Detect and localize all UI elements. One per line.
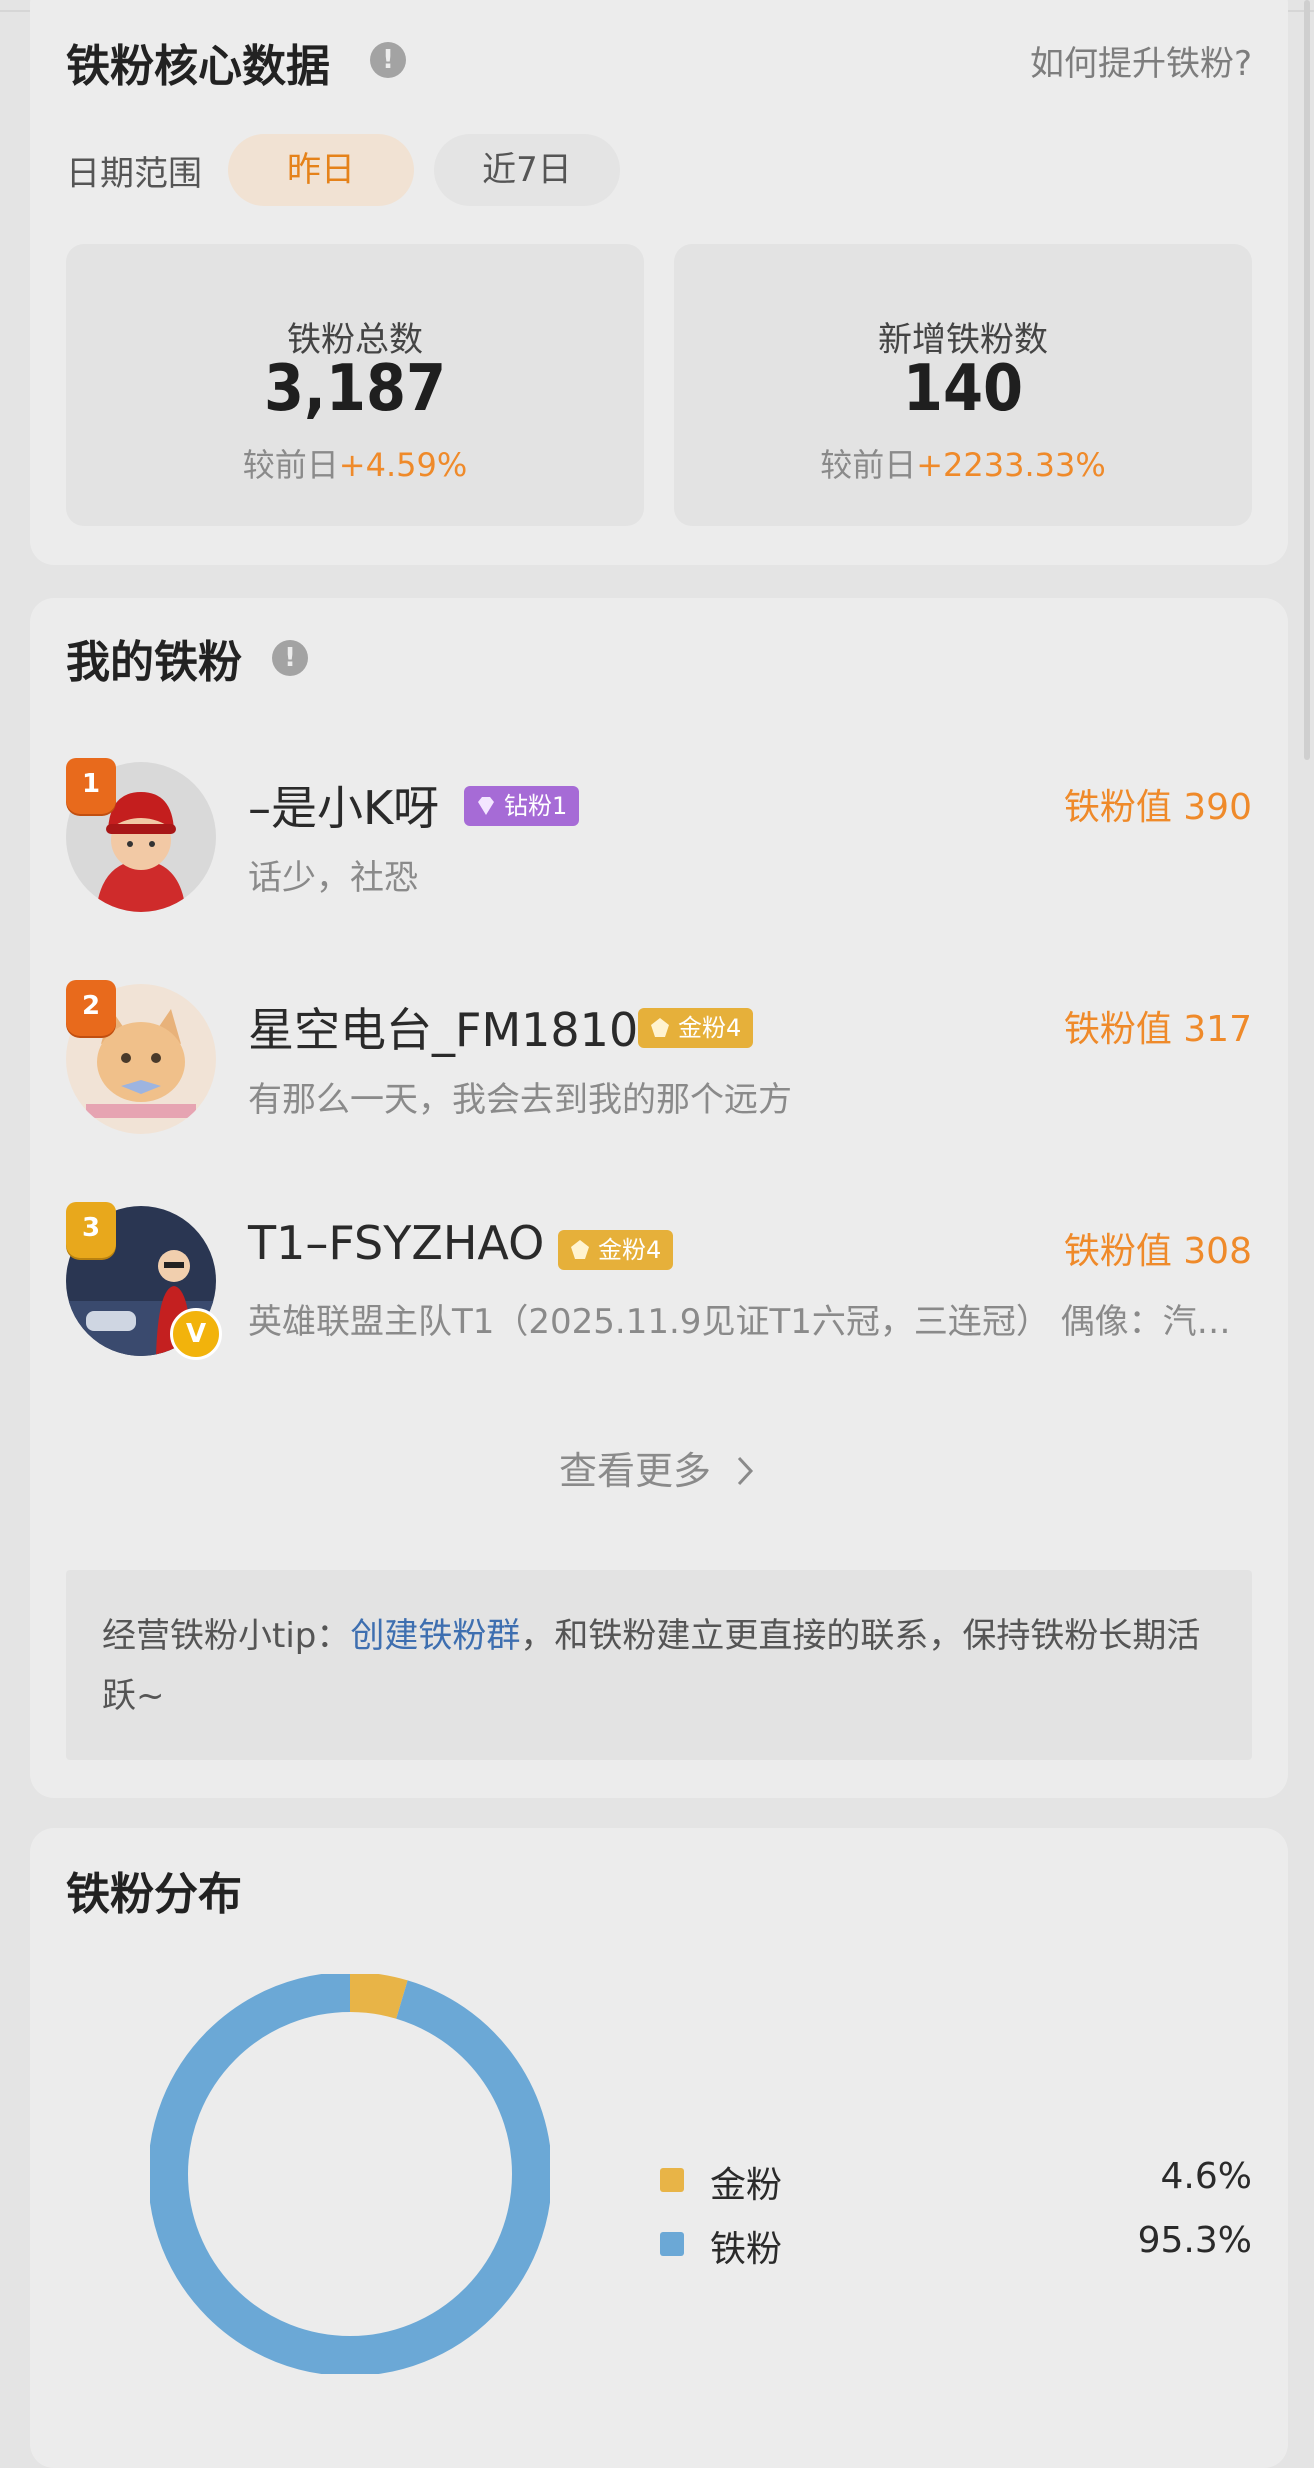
- fan-bio: 话少，社恐: [248, 858, 418, 898]
- fan-bio: 有那么一天，我会去到我的那个远方: [248, 1080, 792, 1120]
- donut-chart: [150, 1974, 550, 2374]
- stat-value: 140: [902, 352, 1024, 426]
- my-fans-title: 我的铁粉: [66, 637, 242, 688]
- see-more-button[interactable]: 查看更多: [30, 1440, 1288, 1495]
- fan-level-label: 钻粉1: [504, 792, 568, 820]
- stat-value: 3,187: [263, 352, 447, 426]
- fan-row[interactable]: 2 星空电台_FM1810 金粉4 铁粉值 317 有那么一天，我会去到我的那个…: [30, 980, 1288, 1144]
- core-data-title: 铁粉核心数据: [66, 41, 330, 92]
- fan-score: 铁粉值 390: [1063, 787, 1252, 828]
- legend-swatch-iron: [660, 2232, 684, 2256]
- my-fans-card: 我的铁粉 ! 1 –是小K呀 钻粉1 铁粉值 390 话少，社恐 2 星空电台_…: [30, 598, 1288, 1798]
- tip-box: 经营铁粉小tip：创建铁粉群，和铁粉建立更直接的联系，保持铁粉长期活跃~: [66, 1570, 1252, 1760]
- help-link[interactable]: 如何提升铁粉?: [1030, 36, 1252, 85]
- fan-row[interactable]: 3 V T1–FSYZHAO 金粉4 铁粉值 308 英雄联盟主队T1（2025…: [30, 1202, 1288, 1366]
- fan-bio: 英雄联盟主队T1（2025.11.9见证T1六冠，三连冠） 偶像：汽…: [248, 1302, 1231, 1342]
- verified-badge: V: [170, 1308, 222, 1360]
- date-option-yesterday[interactable]: 昨日: [228, 134, 414, 206]
- tip-prefix: 经营铁粉小tip：: [102, 1616, 351, 1656]
- fan-level-tag: 金粉4: [638, 1008, 754, 1048]
- fan-name[interactable]: –是小K呀: [248, 772, 439, 838]
- stat-change: 较前日+2233.33%: [674, 440, 1252, 486]
- scrollbar[interactable]: [1304, 0, 1310, 760]
- stat-change-value: +2233.33%: [916, 446, 1106, 484]
- fan-score: 铁粉值 308: [1063, 1231, 1252, 1272]
- chevron-right-icon: [737, 1456, 754, 1486]
- date-option-7days[interactable]: 近7日: [434, 134, 620, 206]
- fan-level-tag: 金粉4: [558, 1230, 674, 1270]
- distribution-title: 铁粉分布: [66, 1869, 242, 1920]
- core-data-card: 铁粉核心数据 ! 如何提升铁粉? 日期范围 昨日 近7日 铁粉总数 3,187 …: [30, 0, 1288, 565]
- rank-badge: 2: [66, 980, 116, 1036]
- legend-swatch-gold: [660, 2168, 684, 2192]
- see-more-label: 查看更多: [558, 1449, 711, 1493]
- gold-badge-icon: [571, 1240, 589, 1259]
- fan-name[interactable]: T1–FSYZHAO: [248, 1216, 544, 1270]
- legend-value-gold: 4.6%: [1160, 2156, 1252, 2197]
- fan-score: 铁粉值 317: [1063, 1009, 1252, 1050]
- legend-label-iron: 铁粉: [710, 2229, 783, 2270]
- stat-change-prefix: 较前日: [820, 446, 917, 484]
- create-fan-group-link[interactable]: 创建铁粉群: [350, 1616, 520, 1656]
- legend-value-iron: 95.3%: [1137, 2220, 1252, 2261]
- fan-level-label: 金粉4: [598, 1236, 662, 1264]
- rank-badge: 3: [66, 1202, 116, 1258]
- fan-level-label: 金粉4: [678, 1014, 742, 1042]
- total-fans-stat: 铁粉总数 3,187 较前日+4.59%: [66, 244, 644, 526]
- fan-row[interactable]: 1 –是小K呀 钻粉1 铁粉值 390 话少，社恐: [30, 758, 1288, 922]
- fan-name[interactable]: 星空电台_FM1810: [248, 994, 638, 1060]
- stat-change: 较前日+4.59%: [66, 440, 644, 486]
- stat-change-prefix: 较前日: [242, 446, 339, 484]
- info-icon[interactable]: !: [272, 640, 308, 676]
- donut-slice-1: [150, 1974, 550, 2374]
- info-icon[interactable]: !: [370, 42, 406, 78]
- gold-badge-icon: [651, 1018, 669, 1037]
- tip-text: 经营铁粉小tip：创建铁粉群，和铁粉建立更直接的联系，保持铁粉长期活跃~: [102, 1606, 1216, 1726]
- stat-change-value: +4.59%: [338, 446, 468, 484]
- date-range-label: 日期范围: [66, 154, 202, 194]
- legend-label-gold: 金粉: [710, 2165, 783, 2206]
- new-fans-stat: 新增铁粉数 140 较前日+2233.33%: [674, 244, 1252, 526]
- diamond-icon: [478, 797, 494, 815]
- rank-badge: 1: [66, 758, 116, 814]
- fan-distribution-card: 铁粉分布 金粉 4.6% 铁粉 95.3%: [30, 1828, 1288, 2468]
- fan-level-tag: 钻粉1: [464, 786, 580, 826]
